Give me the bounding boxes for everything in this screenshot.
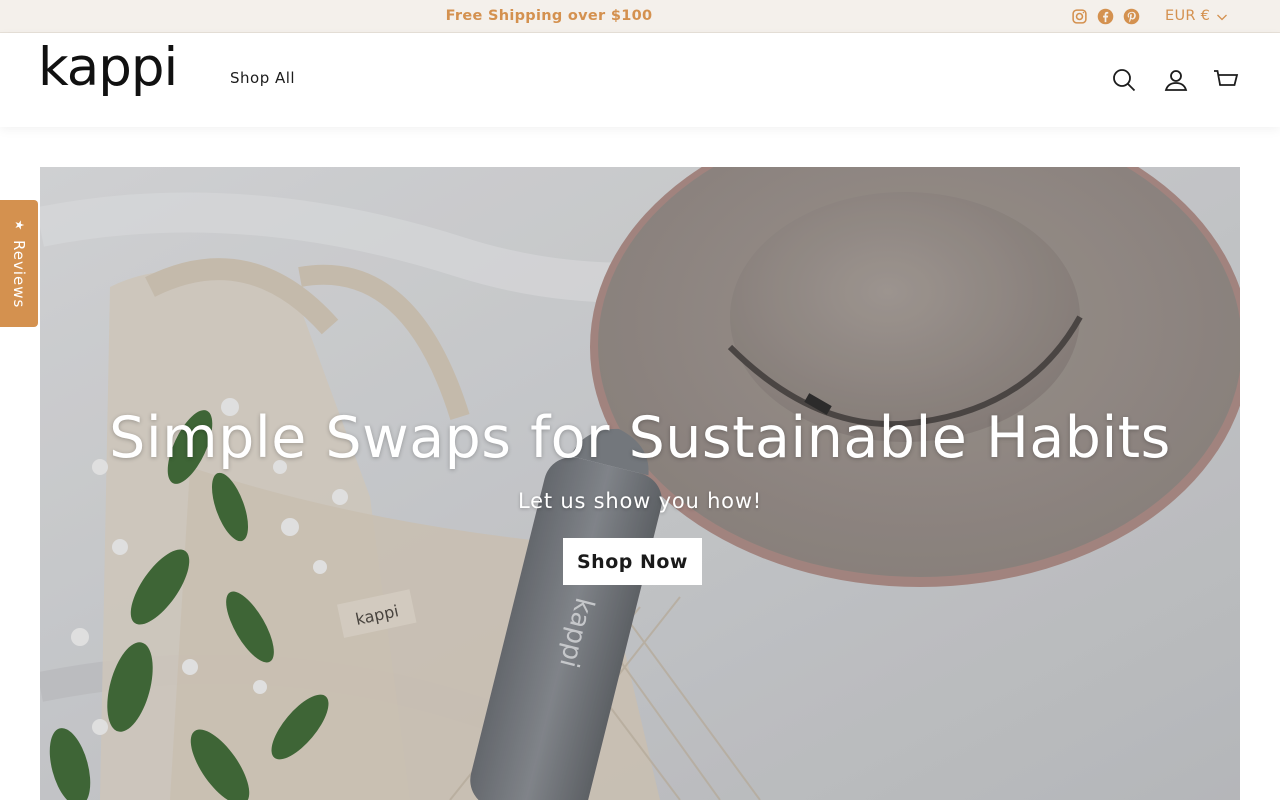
hero-subtitle: Let us show you how! <box>517 489 763 513</box>
star-icon: ★ <box>11 219 26 231</box>
shop-now-button[interactable]: Shop Now <box>563 538 702 585</box>
account-icon[interactable] <box>1163 67 1189 93</box>
currency-selector[interactable]: EUR € <box>1165 0 1228 33</box>
pinterest-icon[interactable] <box>1123 8 1140 25</box>
hero-title: Simple Swaps for Sustainable Habits <box>109 405 1171 471</box>
announcement-text: Free Shipping over $100 <box>445 8 653 24</box>
logo[interactable]: kappi <box>38 41 178 94</box>
site-header: kappi Shop All <box>0 33 1280 127</box>
hero-overlay <box>40 167 1240 800</box>
announcement-bar: Free Shipping over $100 EUR € <box>0 0 1280 33</box>
facebook-icon[interactable] <box>1097 8 1114 25</box>
reviews-label: Reviews <box>10 240 28 309</box>
search-icon[interactable] <box>1111 67 1137 93</box>
reviews-tab[interactable]: ★ Reviews <box>0 200 38 327</box>
hero-banner: kappi kappi Simple Swaps for Sustainable… <box>40 167 1240 800</box>
currency-value: EUR € <box>1165 8 1211 24</box>
chevron-down-icon <box>1217 14 1228 20</box>
nav-shop-all[interactable]: Shop All <box>230 69 295 87</box>
cart-icon[interactable] <box>1213 67 1239 93</box>
instagram-icon[interactable] <box>1071 8 1088 25</box>
